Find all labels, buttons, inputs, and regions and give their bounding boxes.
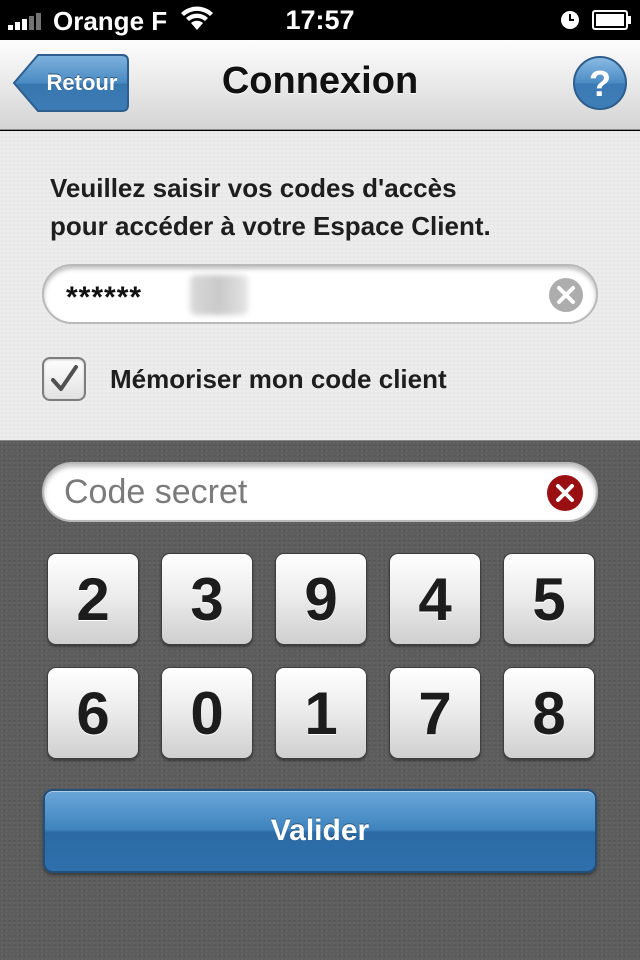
keypad-key[interactable]: 9: [275, 553, 367, 645]
alarm-clock-icon: [561, 11, 579, 29]
page-title: Connexion: [221, 60, 419, 102]
credentials-panel: Veuillez saisir vos codes d'accès pour a…: [0, 131, 640, 440]
validate-button[interactable]: Valider: [43, 789, 597, 873]
screen: Orange F 17:57 Retour Connexion ? Veuill…: [0, 0, 640, 960]
remember-label[interactable]: Mémoriser mon code client: [110, 359, 447, 399]
secret-code-field[interactable]: Code secret: [42, 462, 598, 522]
status-bar: Orange F 17:57: [0, 0, 640, 40]
instructions-text: Veuillez saisir vos codes d'accès pour a…: [50, 169, 610, 245]
keypad-key[interactable]: 4: [389, 553, 481, 645]
clear-client-code-icon[interactable]: [548, 277, 584, 313]
checkmark-icon: [51, 365, 78, 391]
secret-code-placeholder: Code secret: [64, 473, 248, 511]
client-code-field[interactable]: ******: [42, 264, 598, 324]
keypad-key[interactable]: 2: [47, 553, 139, 645]
help-button[interactable]: ?: [572, 55, 628, 111]
clear-secret-code-icon[interactable]: [546, 474, 584, 512]
help-glyph: ?: [589, 63, 611, 104]
help-icon: ?: [573, 56, 627, 110]
redacted-digits: [190, 275, 248, 315]
keypad-key[interactable]: 6: [47, 667, 139, 759]
battery-icon: [592, 10, 631, 30]
keypad-key[interactable]: 1: [275, 667, 367, 759]
keypad-key[interactable]: 8: [503, 667, 595, 759]
instructions-line-1: Veuillez saisir vos codes d'accès: [50, 173, 457, 203]
instructions-line-2: pour accéder à votre Espace Client.: [50, 211, 491, 241]
keypad-key[interactable]: 7: [389, 667, 481, 759]
keypad-key[interactable]: 0: [161, 667, 253, 759]
keypad-key[interactable]: 3: [161, 553, 253, 645]
remember-checkbox[interactable]: [42, 357, 86, 401]
navigation-bar: Retour Connexion ?: [0, 40, 640, 130]
keypad-panel: Code secret 2 3 9 4 5 6 0 1 7 8 Valider: [0, 440, 640, 960]
status-time: 17:57: [285, 5, 355, 35]
client-code-value: ******: [66, 281, 143, 314]
keypad-key[interactable]: 5: [503, 553, 595, 645]
